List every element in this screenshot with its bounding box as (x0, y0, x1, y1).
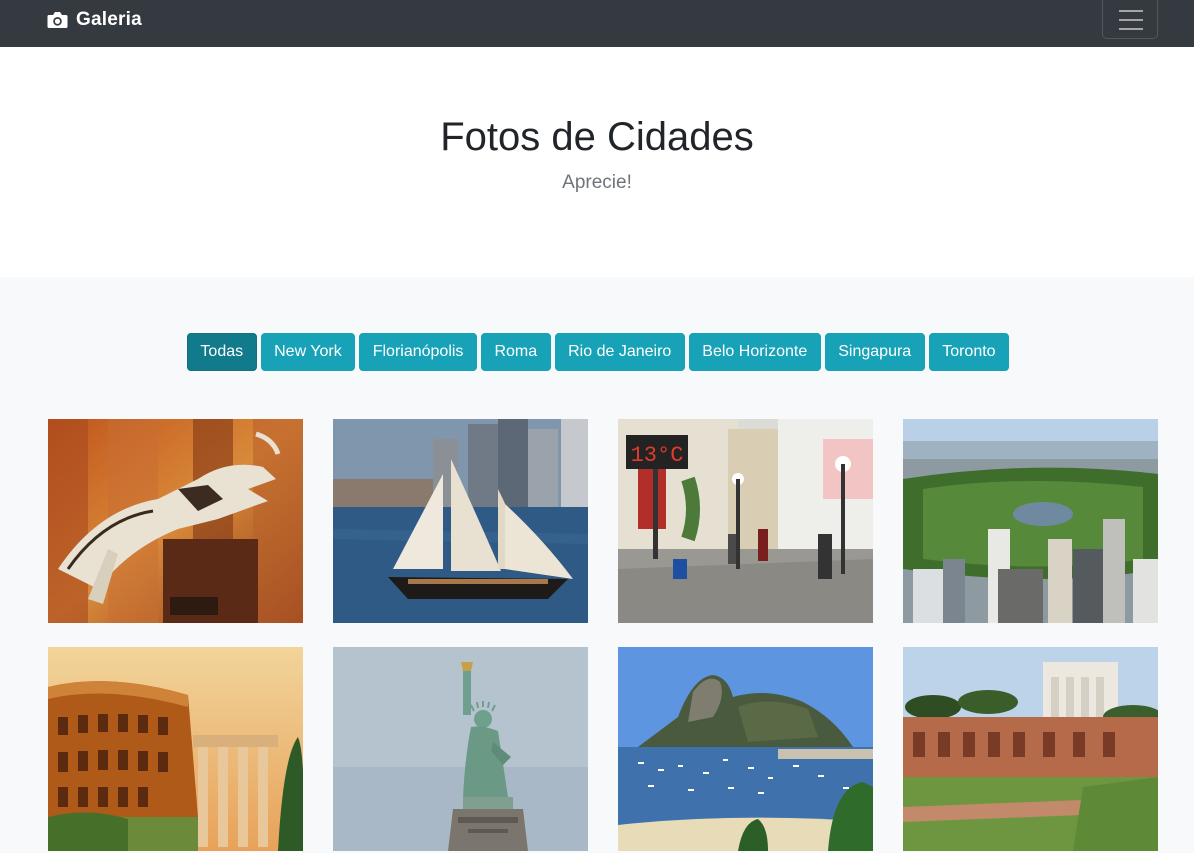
gallery-photo-roman-forum[interactable] (903, 647, 1158, 851)
brand-link[interactable]: Galeria (47, 7, 142, 33)
filter-button-rio-de-janeiro[interactable]: Rio de Janeiro (554, 333, 685, 371)
gallery-photo-sailboat-skyline[interactable] (333, 419, 588, 623)
gallery-section: Todas New York Florianópolis Roma Rio de… (0, 277, 1194, 853)
filter-button-belo-horizonte[interactable]: Belo Horizonte (688, 333, 821, 371)
filter-button-florianopolis[interactable]: Florianópolis (359, 333, 477, 371)
page-title: Fotos de Cidades (440, 115, 754, 159)
gallery-photo-statue-of-liberty[interactable] (333, 647, 588, 851)
filter-button-toronto[interactable]: Toronto (928, 333, 1010, 371)
filter-button-roma[interactable]: Roma (480, 333, 551, 371)
gallery-photo-central-park-aerial[interactable] (903, 419, 1158, 623)
navbar: Galeria (0, 0, 1194, 47)
filter-button-group: Todas New York Florianópolis Roma Rio de… (0, 333, 1194, 371)
gallery-photo-street-thermometer[interactable]: 13°C (618, 419, 873, 623)
navbar-toggler-button[interactable] (1102, 0, 1158, 39)
camera-icon (47, 11, 68, 29)
hero-section: Fotos de Cidades Aprecie! (0, 47, 1194, 277)
filter-button-new-york[interactable]: New York (260, 333, 356, 371)
gallery-photo-sugarloaf-mountain[interactable] (618, 647, 873, 851)
filter-button-singapura[interactable]: Singapura (824, 333, 925, 371)
gallery-photo-dinosaur-skeleton[interactable] (48, 419, 303, 623)
filter-button-todas[interactable]: Todas (186, 333, 257, 371)
page-subtitle: Aprecie! (562, 172, 632, 193)
hamburger-menu-icon (1119, 10, 1143, 30)
gallery-photo-colosseum[interactable] (48, 647, 303, 851)
brand-name: Galeria (76, 9, 142, 30)
thermometer-readout: 13°C (631, 443, 684, 468)
